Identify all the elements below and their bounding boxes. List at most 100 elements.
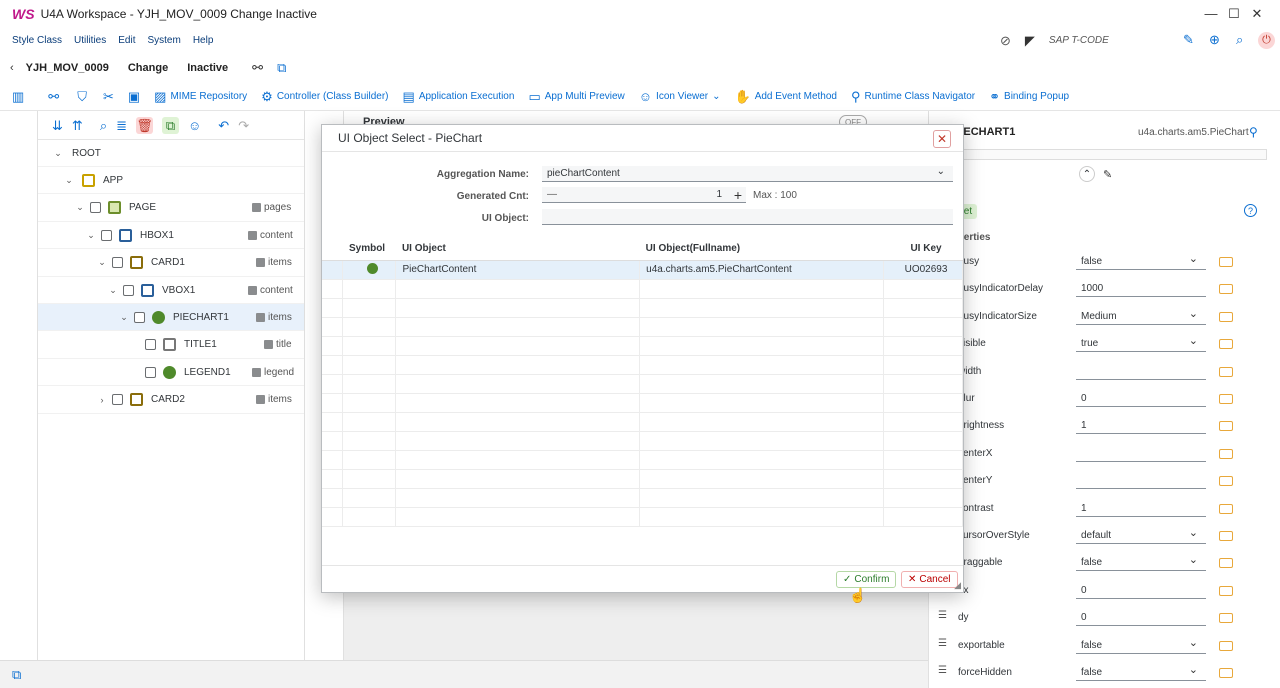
aggregation-select[interactable]: pieChartContent ⌄	[542, 166, 953, 182]
property-input[interactable]: 0	[1076, 582, 1206, 599]
binoculars-icon[interactable]: ⚯	[252, 61, 263, 74]
tree-node-checkbox[interactable]	[145, 339, 156, 351]
chevron-down-icon[interactable]: ⌄	[85, 230, 97, 241]
power-icon[interactable]: ⏻	[1258, 32, 1275, 49]
tools-icon[interactable]: ✂	[103, 90, 114, 103]
tree-node[interactable]: ›CARD2items+	[38, 387, 344, 414]
eye-off-icon[interactable]: ⊘	[1000, 34, 1011, 47]
user-icon[interactable]: ☺	[188, 119, 201, 132]
toolbar-mime-repository[interactable]: ▨ MIME Repository	[154, 90, 247, 103]
cancel-button[interactable]: ✕ Cancel	[901, 571, 958, 588]
folder-icon[interactable]	[1219, 476, 1233, 487]
toolbar-application-execution[interactable]: ▤ Application Execution	[403, 90, 515, 103]
property-input[interactable]: 1000	[1076, 281, 1206, 298]
redo-icon[interactable]: ↷	[238, 119, 249, 132]
folder-icon[interactable]	[1219, 311, 1233, 322]
menu-help[interactable]: Help	[193, 35, 214, 46]
property-select[interactable]: default	[1076, 526, 1206, 544]
external-icon[interactable]: ⧉	[277, 61, 286, 74]
property-select[interactable]: false	[1076, 252, 1206, 270]
property-select[interactable]: false	[1076, 636, 1206, 654]
tree-node-checkbox[interactable]	[123, 284, 134, 296]
property-input[interactable]: 1	[1076, 418, 1206, 435]
folder-icon[interactable]	[1219, 668, 1233, 678]
pin-icon[interactable]: ✎	[1183, 33, 1194, 46]
back-icon[interactable]: ‹	[10, 62, 14, 74]
folder-icon[interactable]	[1219, 613, 1233, 624]
tree-node[interactable]: TITLE1title+	[38, 332, 344, 359]
folder-icon[interactable]	[1219, 257, 1233, 267]
chevron-down-icon[interactable]: ⌄	[74, 202, 86, 213]
expand-all-icon[interactable]: ⇊	[52, 119, 63, 132]
help-icon[interactable]: ?	[1244, 204, 1257, 217]
toolbar-icon-viewer[interactable]: ☺ Icon Viewer ⌄	[639, 90, 721, 103]
folder-icon[interactable]	[1219, 503, 1233, 514]
ui-object-input[interactable]	[542, 209, 953, 225]
shield-icon[interactable]: ⛉	[77, 90, 87, 103]
table-row[interactable]: PieChartContent u4a.charts.am5.PieChartCo…	[322, 260, 963, 280]
tree-node[interactable]: ⌄ ROOT	[38, 140, 344, 167]
increment-icon[interactable]: +	[734, 187, 742, 203]
property-select[interactable]: Medium	[1076, 307, 1206, 325]
menu-utilities[interactable]: Utilities	[74, 35, 106, 46]
save-icon[interactable]: ▣	[128, 90, 140, 103]
tree-node[interactable]: ⌄CARD1items+	[38, 250, 344, 277]
folder-icon[interactable]	[1219, 531, 1233, 541]
chevron-down-icon[interactable]: ⌄	[107, 285, 119, 296]
tree-node[interactable]: ⌄VBOX1content+	[38, 277, 344, 304]
chevron-down-icon[interactable]: ⌄	[118, 312, 130, 323]
folder-icon[interactable]	[1219, 585, 1233, 596]
chevron-down-icon[interactable]: ⌄	[63, 175, 75, 186]
folder-icon[interactable]	[1219, 640, 1233, 651]
property-select[interactable]: false	[1076, 553, 1206, 572]
undo-icon[interactable]: ↶	[218, 119, 229, 132]
tree-node-checkbox[interactable]	[90, 202, 101, 214]
chevron-right-icon[interactable]: ›	[96, 395, 108, 405]
toolbar-add-event-method[interactable]: ✋ Add Event Method	[735, 90, 837, 103]
zoom-in-icon[interactable]: ⊕	[1209, 33, 1220, 46]
search-icon[interactable]: ⌕	[100, 119, 107, 132]
tree-node[interactable]: LEGEND1legend+	[38, 359, 344, 387]
tree-node[interactable]: ⌄PAGEpages+	[38, 195, 344, 222]
close-icon[interactable]: ✕	[933, 130, 951, 148]
toolbar-controller[interactable]: ⚙ Controller (Class Builder)	[261, 90, 388, 103]
property-input[interactable]	[1076, 445, 1206, 462]
copy-icon[interactable]: ⧉	[162, 116, 179, 134]
toolbar-runtime-class-navigator[interactable]: ⚲ Runtime Class Navigator	[851, 90, 975, 103]
collapse-icon[interactable]: ⌃	[1079, 166, 1095, 182]
tree-node-checkbox[interactable]	[134, 311, 145, 323]
property-select[interactable]: false	[1076, 663, 1206, 681]
layout-icon[interactable]: ▥	[12, 90, 24, 103]
property-select[interactable]: true	[1076, 334, 1206, 353]
pin-icon[interactable]: ⚲	[1249, 125, 1258, 139]
tree-node[interactable]: ⌄APP+	[38, 167, 344, 195]
collapse-all-icon[interactable]: ⇈	[72, 119, 83, 132]
toolbar-binding-popup[interactable]: ⚭ Binding Popup	[989, 90, 1069, 103]
chevron-down-icon[interactable]: ⌄	[52, 148, 64, 159]
property-input[interactable]	[1076, 363, 1206, 380]
folder-icon[interactable]	[1219, 558, 1233, 569]
tree-node-checkbox[interactable]	[101, 229, 112, 241]
close-window-icon[interactable]: ✕	[1234, 0, 1280, 27]
tree-node[interactable]: ⌄PIECHART1items+	[38, 304, 344, 332]
property-input[interactable]: 0	[1076, 391, 1206, 407]
folder-icon[interactable]	[1219, 284, 1233, 295]
chevron-down-icon[interactable]: ⌄	[96, 257, 108, 268]
resize-handle-icon[interactable]: ◢	[954, 580, 961, 591]
property-input[interactable]	[1076, 473, 1206, 490]
confirm-button[interactable]: ✓ Confirm	[836, 571, 897, 588]
glasses-icon[interactable]: ⚯	[48, 90, 59, 103]
flag-icon[interactable]: ◤	[1025, 34, 1035, 47]
menu-edit[interactable]: Edit	[118, 35, 135, 46]
generated-count-stepper[interactable]: — 1 +	[542, 187, 746, 203]
tree-node[interactable]: ⌄HBOX1content+	[38, 222, 344, 250]
tcode-input[interactable]: SAP T-CODE	[1049, 35, 1109, 46]
decrement-icon[interactable]: —	[547, 189, 557, 200]
folder-icon[interactable]	[1219, 339, 1233, 350]
tree-list-icon[interactable]: ≣	[116, 119, 127, 132]
folder-icon[interactable]	[1219, 448, 1233, 459]
pin-icon[interactable]: ✎	[1103, 168, 1112, 181]
search-icon[interactable]: ⌕	[1236, 33, 1243, 46]
menu-system[interactable]: System	[147, 35, 180, 46]
tree-node-checkbox[interactable]	[112, 394, 123, 406]
